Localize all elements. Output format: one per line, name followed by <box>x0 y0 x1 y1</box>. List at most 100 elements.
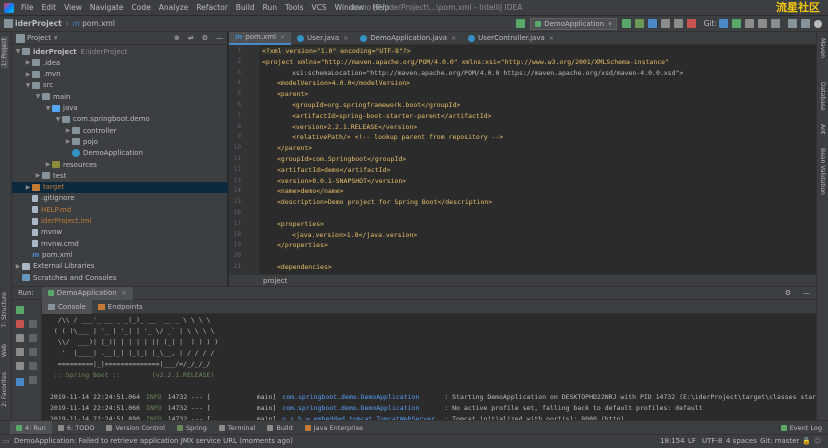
tree-item[interactable]: ▶ pojo <box>64 136 98 147</box>
caret-position[interactable]: 18:154 <box>660 437 685 445</box>
chevron-right-icon[interactable]: ▶ <box>64 138 72 145</box>
stop-icon[interactable] <box>686 19 696 28</box>
tree-item[interactable]: Scratches and Consoles <box>14 272 117 283</box>
menu-item[interactable]: Analyze <box>155 3 193 12</box>
project-structure-icon[interactable] <box>788 19 797 28</box>
tree-item[interactable]: ▶ .mvn <box>24 69 61 80</box>
close-icon[interactable]: × <box>343 35 348 42</box>
code-editor[interactable]: 1 2 3 4 5 6 7 8 9 10 11 12 13 14 15 16 17 18 19 20 21 <?xml … <box>229 45 816 274</box>
chevron-down-icon[interactable]: ▼ <box>44 105 52 112</box>
rerun-icon[interactable] <box>673 19 683 28</box>
tree-item[interactable]: mvnw.cmd <box>24 238 79 249</box>
menu-item[interactable]: File <box>17 3 38 12</box>
chevron-right-icon[interactable]: ▶ <box>24 184 32 191</box>
tool-tab-favorites[interactable]: 2: Favorites <box>1 372 8 407</box>
search-icon[interactable] <box>814 19 822 28</box>
tree-item[interactable]: mvnw <box>24 227 62 238</box>
tree-item[interactable]: ▼ iderProject E:\iderProject <box>14 46 128 57</box>
menu-item[interactable]: Tools <box>281 3 307 12</box>
menu-item[interactable]: Edit <box>38 3 61 12</box>
git-branch[interactable]: Git: master <box>760 437 799 445</box>
print-icon[interactable] <box>29 362 37 370</box>
breadcrumb-project-tag[interactable]: project <box>263 277 287 285</box>
chevron-right-icon[interactable]: ▶ <box>24 59 32 66</box>
tree-item[interactable]: ▼ com.springboot.demo <box>54 114 150 125</box>
chevron-right-icon[interactable]: ▶ <box>24 71 32 78</box>
git-history-icon[interactable] <box>758 19 767 28</box>
close-icon[interactable]: × <box>280 34 285 41</box>
lock-icon[interactable]: 🔒 <box>802 437 811 445</box>
tree-item[interactable]: m pom.xml <box>24 249 73 260</box>
rerun-icon[interactable] <box>16 306 24 314</box>
git-commit-icon[interactable] <box>732 19 741 28</box>
run-icon[interactable] <box>621 19 631 28</box>
stop-icon[interactable] <box>16 320 24 328</box>
line-separator[interactable]: LF <box>688 437 696 445</box>
tool-tab-structure[interactable]: 7: Structure <box>1 292 8 328</box>
tool-tab-ant[interactable]: Ant <box>819 124 826 134</box>
console-tab[interactable]: Console <box>42 299 92 314</box>
editor-tab[interactable]: m pom.xml × <box>229 31 292 45</box>
trash-icon[interactable] <box>29 376 37 384</box>
tree-item[interactable]: DemoApplication <box>64 148 143 159</box>
run-config-tab[interactable]: DemoApplication × <box>41 286 133 300</box>
menu-item[interactable]: Code <box>128 3 155 12</box>
inspector-icon[interactable]: ☺ <box>814 437 821 445</box>
bottom-tool-tab[interactable]: 6: TODO <box>52 421 101 435</box>
pin-icon[interactable] <box>16 378 24 386</box>
tool-tab-bean-validation[interactable]: Bean Validation <box>819 148 826 195</box>
hide-icon[interactable]: — <box>216 34 223 42</box>
bottom-tool-tab[interactable]: Version Control <box>100 421 170 435</box>
file-encoding[interactable]: UTF-8 <box>702 437 722 445</box>
chevron-down-icon[interactable]: ▾ <box>54 34 58 42</box>
bottom-tool-tab[interactable]: Spring <box>171 421 213 435</box>
tool-tab-web[interactable]: Web <box>1 344 8 357</box>
close-icon[interactable]: × <box>121 289 127 297</box>
exit-icon[interactable] <box>16 362 24 370</box>
tool-tab-database[interactable]: Database <box>819 82 826 111</box>
tree-item[interactable]: .gitignore <box>24 193 75 204</box>
revert-icon[interactable] <box>771 19 780 28</box>
indent-setting[interactable]: 4 spaces <box>726 437 757 445</box>
git-update-icon[interactable] <box>719 19 728 28</box>
tree-item[interactable]: ▼ src <box>24 80 54 91</box>
tool-tab-maven[interactable]: Maven <box>819 38 826 58</box>
chevron-right-icon[interactable]: ▶ <box>34 172 42 179</box>
scroll-up-icon[interactable] <box>29 320 37 328</box>
editor-tab[interactable]: DemoApplication.java × <box>354 32 462 45</box>
chevron-down-icon[interactable]: ▼ <box>34 93 42 100</box>
profile-icon[interactable] <box>660 19 670 28</box>
bottom-tool-tab[interactable]: Terminal <box>213 421 261 435</box>
menu-item[interactable]: View <box>60 3 86 12</box>
menu-item[interactable]: Run <box>259 3 281 12</box>
build-hammer-icon[interactable] <box>516 19 526 28</box>
tree-item[interactable]: ▼ java <box>44 103 78 114</box>
run-configuration-select[interactable]: DemoApplication ▾ <box>530 17 617 30</box>
breadcrumb-file[interactable]: pom.xml <box>82 19 115 28</box>
tree-item[interactable]: ▼ main <box>34 91 71 102</box>
chevron-right-icon[interactable]: ▶ <box>44 161 52 168</box>
menu-item[interactable]: Refactor <box>192 3 231 12</box>
tree-item[interactable]: iderProject.iml <box>24 216 91 227</box>
editor-tab[interactable]: UserController.java × <box>462 32 560 45</box>
minimize-icon[interactable]: — <box>803 289 810 297</box>
tree-item[interactable]: ▶ controller <box>64 125 117 136</box>
gear-icon[interactable]: ⚙ <box>202 34 208 42</box>
close-icon[interactable]: × <box>451 35 456 42</box>
bottom-tool-tab[interactable]: 4: Run <box>10 420 52 435</box>
tree-item[interactable]: ▶ .idea <box>24 57 61 68</box>
scroll-down-icon[interactable] <box>29 334 37 342</box>
event-log-tab[interactable]: Event Log <box>775 421 828 435</box>
collapse-icon[interactable]: ⇌ <box>188 34 194 42</box>
project-panel-title[interactable]: Project <box>27 34 51 42</box>
menu-item[interactable]: VCS <box>307 3 330 12</box>
breadcrumb-project[interactable]: iderProject <box>15 19 62 28</box>
tree-item[interactable]: ▶ resources <box>44 159 97 170</box>
tool-tab-project[interactable]: 1: Project <box>1 36 8 69</box>
chevron-down-icon[interactable]: ▼ <box>54 116 62 123</box>
tree-item[interactable]: HELP.md <box>24 204 71 215</box>
menu-item[interactable]: Build <box>232 3 259 12</box>
tree-item[interactable]: ▶ target <box>12 181 228 193</box>
chevron-right-icon[interactable]: ▶ <box>64 127 72 134</box>
git-push-icon[interactable] <box>745 19 754 28</box>
